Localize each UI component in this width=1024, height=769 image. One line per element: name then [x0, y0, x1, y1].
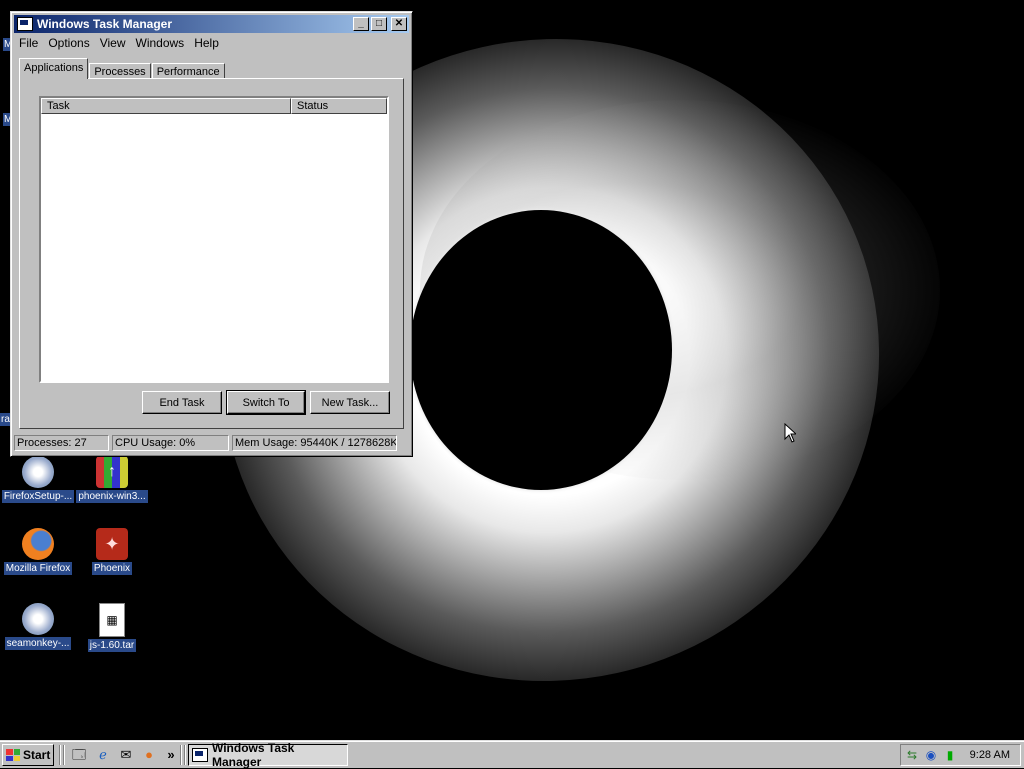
tab-strip: Applications Processes Performance: [19, 57, 226, 79]
menu-bar: File Options View Windows Help: [14, 34, 409, 52]
clock[interactable]: 9:28 AM: [970, 749, 1010, 761]
desktop-icon-label: js-1.60.tar: [87, 639, 137, 652]
desktop-icon-phoenix[interactable]: ✦ Phoenix: [74, 528, 150, 578]
installer-cd-icon: [22, 603, 54, 635]
system-tray: ⇆ ◉ ▮ 9:28 AM: [900, 744, 1021, 766]
taskbar-button-label: Windows Task Manager: [212, 741, 295, 769]
ie-icon[interactable]: ℯ: [95, 747, 111, 763]
tab-performance[interactable]: Performance: [151, 63, 225, 79]
window-title: Windows Task Manager: [37, 17, 173, 31]
file-icon: ▦: [99, 603, 125, 637]
taskbar-separator: [184, 745, 186, 765]
status-cpu: CPU Usage: 0%: [112, 435, 229, 451]
desktop-icon-js-tar[interactable]: ▦ js-1.60.tar: [74, 603, 150, 655]
desktop-icon-firefoxsetup[interactable]: FirefoxSetup-...: [0, 456, 76, 506]
taskbar-separator: [59, 745, 61, 765]
phoenix-icon: ✦: [96, 528, 128, 560]
title-bar[interactable]: Windows Task Manager _ □ ✕: [14, 15, 409, 33]
start-button[interactable]: Start: [2, 744, 54, 766]
tab-processes[interactable]: Processes: [89, 63, 151, 79]
task-list-header: Task Status: [41, 98, 387, 114]
taskbar-button-task-manager[interactable]: Windows Task Manager: [188, 741, 348, 769]
end-task-button[interactable]: End Task: [142, 391, 222, 414]
menu-windows[interactable]: Windows: [131, 36, 190, 50]
task-manager-cpu-icon[interactable]: ▮: [942, 747, 958, 763]
taskbar-separator: [63, 745, 65, 765]
taskbar-separator: [180, 745, 182, 765]
network-icon[interactable]: ⇆: [904, 747, 920, 763]
desktop-icon-mozilla-firefox[interactable]: Mozilla Firefox: [0, 528, 76, 578]
task-manager-icon: [192, 748, 208, 762]
status-processes: Processes: 27: [14, 435, 109, 451]
switch-to-button[interactable]: Switch To: [226, 390, 306, 415]
archive-icon: ↑: [96, 456, 128, 488]
desktop-icon-label: phoenix-win3...: [76, 490, 148, 503]
outlook-icon[interactable]: ✉: [118, 747, 134, 763]
column-task[interactable]: Task: [41, 98, 291, 114]
windows-logo-icon: [6, 749, 20, 761]
mouse-cursor-icon: [784, 423, 796, 443]
desktop-icon-label: seamonkey-...: [4, 637, 72, 650]
menu-options[interactable]: Options: [43, 36, 94, 50]
menu-view[interactable]: View: [95, 36, 131, 50]
globe-icon[interactable]: ◉: [923, 747, 939, 763]
start-label: Start: [23, 748, 51, 762]
maximize-button[interactable]: □: [371, 17, 387, 31]
task-manager-window[interactable]: Windows Task Manager _ □ ✕ File Options …: [10, 11, 413, 457]
quick-launch-overflow[interactable]: »: [163, 747, 179, 763]
new-task-button[interactable]: New Task...: [310, 391, 390, 414]
firefox-icon: [22, 528, 54, 560]
desktop-icon-seamonkey[interactable]: seamonkey-...: [0, 603, 76, 653]
desktop-icon-label: Mozilla Firefox: [3, 562, 73, 575]
task-list[interactable]: Task Status: [39, 96, 389, 383]
desktop-icon-label: FirefoxSetup-...: [1, 490, 75, 503]
menu-help[interactable]: Help: [189, 36, 224, 50]
column-status[interactable]: Status: [291, 98, 387, 114]
status-bar: Processes: 27 CPU Usage: 0% Mem Usage: 9…: [14, 435, 409, 453]
taskbar: Start 🗔 ℯ ✉ ● » Windows Task Manager ⇆ ◉…: [0, 740, 1024, 769]
show-desktop-icon[interactable]: 🗔: [71, 747, 87, 763]
desktop-icon-phoenix-archive[interactable]: ↑ phoenix-win3...: [74, 456, 150, 506]
applications-panel: Task Status End Task Switch To New Task.…: [19, 78, 404, 429]
menu-file[interactable]: File: [14, 36, 43, 50]
tab-applications[interactable]: Applications: [19, 58, 89, 79]
minimize-button[interactable]: _: [353, 17, 369, 31]
status-mem: Mem Usage: 95440K / 1278628K: [232, 435, 397, 451]
close-button[interactable]: ✕: [391, 17, 407, 31]
firefox-icon[interactable]: ●: [141, 747, 157, 763]
eclipse-moon: [410, 210, 672, 490]
installer-cd-icon: [22, 456, 54, 488]
task-manager-icon: [17, 17, 33, 31]
desktop-icon-label: Phoenix: [91, 562, 133, 575]
